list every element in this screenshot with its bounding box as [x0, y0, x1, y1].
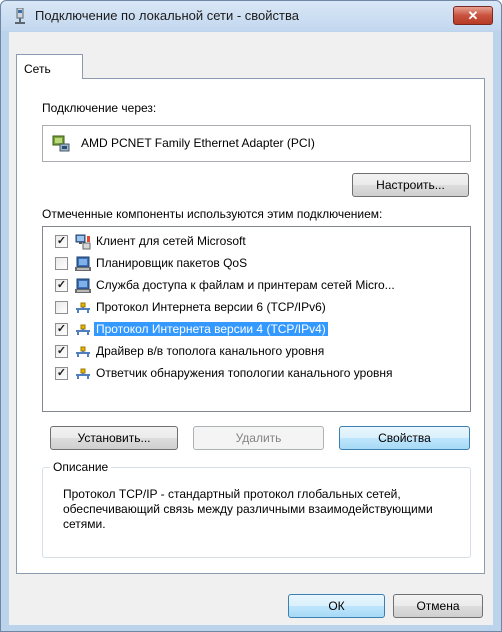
component-row[interactable]: ✓ Клиент для сетей Microsoft — [43, 231, 470, 253]
adapter-field: AMD PCNET Family Ethernet Adapter (PCI) — [42, 125, 471, 162]
network-service-icon — [75, 278, 91, 294]
component-label: Драйвер в/в тополога канального уровня — [96, 344, 325, 358]
component-label: Протокол Интернета версии 4 (TCP/IPv4) — [94, 322, 328, 336]
component-label: Протокол Интернета версии 6 (TCP/IPv6) — [96, 300, 326, 314]
component-checkbox[interactable]: ✓ — [55, 235, 68, 248]
component-label: Служба доступа к файлам и принтерам сете… — [96, 278, 395, 292]
components-label: Отмеченные компоненты используются этим … — [42, 207, 383, 221]
network-client-icon — [75, 234, 91, 250]
component-checkbox[interactable] — [55, 257, 68, 270]
adapter-name: AMD PCNET Family Ethernet Adapter (PCI) — [81, 136, 315, 150]
component-row[interactable]: ✓ Драйвер в/в тополога канального уровня — [43, 341, 470, 363]
component-checkbox[interactable]: ✓ — [55, 279, 68, 292]
component-label: Планировщик пакетов QoS — [96, 256, 248, 270]
install-button[interactable]: Установить... — [50, 426, 178, 450]
network-service-icon — [75, 256, 91, 272]
network-connection-icon — [15, 8, 25, 24]
close-button[interactable]: ✕ — [453, 6, 493, 25]
component-checkbox[interactable]: ✓ — [55, 367, 68, 380]
network-protocol-icon — [75, 344, 91, 360]
component-row[interactable]: Протокол Интернета версии 6 (TCP/IPv6) — [43, 297, 470, 319]
tab-network[interactable]: Сеть — [16, 54, 83, 79]
component-row[interactable]: Планировщик пакетов QoS — [43, 253, 470, 275]
network-protocol-icon — [75, 322, 91, 338]
component-label: Ответчик обнаружения топологии канальног… — [96, 366, 393, 380]
component-label: Клиент для сетей Microsoft — [96, 234, 246, 248]
ok-button[interactable]: ОК — [288, 594, 385, 618]
network-protocol-icon — [75, 300, 91, 316]
component-checkbox[interactable]: ✓ — [55, 345, 68, 358]
configure-button[interactable]: Настроить... — [352, 173, 469, 197]
component-checkbox[interactable] — [55, 301, 68, 314]
component-row[interactable]: ✓ Служба доступа к файлам и принтерам сет… — [43, 275, 470, 297]
window-title: Подключение по локальной сети - свойства — [35, 8, 299, 23]
properties-button[interactable]: Свойства — [339, 426, 470, 450]
component-checkbox[interactable]: ✓ — [55, 323, 68, 336]
network-protocol-icon — [75, 366, 91, 382]
component-row[interactable]: ✓ Ответчик обнаружения топологии канально… — [43, 363, 470, 385]
title-bar[interactable]: Подключение по локальной сети - свойства… — [1, 1, 501, 31]
remove-button: Удалить — [193, 426, 324, 450]
description-legend: Описание — [50, 460, 112, 474]
network-adapter-icon — [52, 135, 70, 152]
cancel-button[interactable]: Отмена — [393, 594, 483, 618]
description-text: Протокол TCP/IP - стандартный протокол г… — [63, 487, 433, 531]
component-row[interactable]: ✓ Протокол Интернета версии 4 (TCP/IPv4) — [43, 319, 470, 341]
components-list[interactable]: ✓ Клиент для сетей Microsoft Планировщик п… — [42, 226, 471, 412]
connect-via-label: Подключение через: — [42, 101, 157, 115]
